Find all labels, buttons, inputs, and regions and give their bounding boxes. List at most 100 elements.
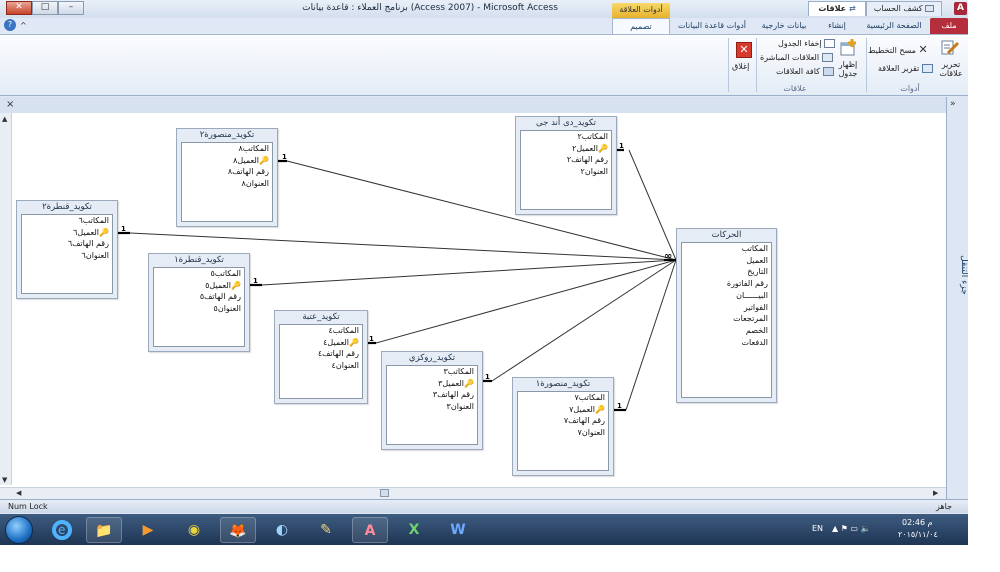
- field-item-key[interactable]: 🔑العميل٣: [387, 378, 477, 390]
- table-title[interactable]: تكويد_دى أند جى: [516, 117, 616, 130]
- field-item[interactable]: رقم الفاتورة: [682, 278, 771, 290]
- field-item[interactable]: المكاتب٧: [518, 392, 608, 404]
- field-list[interactable]: المكاتب العميل التاريخ رقم الفاتورة البي…: [681, 242, 772, 398]
- table-mansoura1[interactable]: تكويد_منصورة١ المكاتب٧ 🔑العميل٧ رقم الها…: [512, 377, 614, 476]
- field-item-key[interactable]: 🔑العميل٧: [518, 404, 608, 416]
- app-icon[interactable]: ◐: [264, 517, 300, 543]
- field-item[interactable]: العنوان٢: [521, 166, 611, 178]
- table-dd[interactable]: تكويد_دى أند جى المكاتب٢ 🔑العميل٢ رقم ال…: [515, 116, 617, 215]
- scroll-right-icon[interactable]: ▶: [933, 489, 938, 497]
- field-item[interactable]: العنوان٦: [22, 250, 112, 262]
- field-item[interactable]: العنوان٤: [280, 360, 362, 372]
- field-list[interactable]: المكاتب٦ 🔑العميل٦ رقم الهاتف٦ العنوان٦: [21, 214, 113, 294]
- table-title[interactable]: تكويد_قنطرة٢: [17, 201, 117, 214]
- field-item[interactable]: الفواتير: [682, 302, 771, 314]
- chrome-icon[interactable]: ◉: [176, 517, 212, 543]
- field-list[interactable]: المكاتب٢ 🔑العميل٢ رقم الهاتف٢ العنوان٢: [520, 130, 612, 210]
- one-side-label: 1: [282, 153, 287, 161]
- field-item[interactable]: العنوان٣: [387, 401, 477, 413]
- field-item[interactable]: العنوان٧: [518, 427, 608, 439]
- field-list[interactable]: المكاتب٧ 🔑العميل٧ رقم الهاتف٧ العنوان٧: [517, 391, 609, 471]
- field-list[interactable]: المكاتب٣ 🔑العميل٣ رقم الهاتف٣ العنوان٣: [386, 365, 478, 445]
- field-item[interactable]: المكاتب٤: [280, 325, 362, 337]
- table-title[interactable]: تكويد_قنطرة١: [149, 254, 249, 267]
- field-item[interactable]: رقم الهاتف٢: [521, 154, 611, 166]
- firefox-icon[interactable]: 🦊: [220, 517, 256, 543]
- field-item[interactable]: العميل: [682, 255, 771, 267]
- paint-icon[interactable]: ✎: [308, 517, 344, 543]
- primary-key-icon: 🔑: [595, 404, 605, 414]
- field-item[interactable]: التاريخ: [682, 266, 771, 278]
- ie-icon[interactable]: e: [44, 517, 80, 543]
- table-title[interactable]: تكويد_منصورة٢: [177, 129, 277, 142]
- one-side-label: 1: [121, 225, 126, 233]
- field-item[interactable]: الخصم: [682, 325, 771, 337]
- scroll-up-icon[interactable]: ▲: [2, 115, 7, 123]
- field-item[interactable]: العنوان٨: [182, 178, 272, 190]
- tray-icons[interactable]: ▲ ⚑ ▭ 🔈: [832, 524, 870, 533]
- table-title[interactable]: تكويد_عتبة: [275, 311, 367, 324]
- access-taskbar-icon[interactable]: A: [352, 517, 388, 543]
- field-item[interactable]: رقم الهاتف٥: [154, 291, 244, 303]
- field-item-key[interactable]: 🔑العميل٢: [521, 143, 611, 155]
- field-item[interactable]: المكاتب: [682, 243, 771, 255]
- horizontal-scrollbar[interactable]: [0, 487, 946, 499]
- field-item-key[interactable]: 🔑العميل٥: [154, 280, 244, 292]
- field-item[interactable]: رقم الهاتف٨: [182, 166, 272, 178]
- svg-text:e: e: [58, 523, 65, 537]
- relationship-line: [375, 259, 677, 344]
- one-side-label: 1: [253, 277, 258, 285]
- relationship-line: [286, 160, 677, 261]
- status-num-lock: Num Lock: [8, 502, 48, 511]
- field-item[interactable]: العنوان٥: [154, 303, 244, 315]
- primary-key-icon: 🔑: [464, 378, 474, 388]
- field-item[interactable]: رقم الهاتف٦: [22, 238, 112, 250]
- primary-key-icon: 🔑: [99, 227, 109, 237]
- relationship-line: [491, 259, 677, 382]
- field-item[interactable]: المرتجعات: [682, 313, 771, 325]
- field-item[interactable]: المكاتب٢: [521, 131, 611, 143]
- field-item-key[interactable]: 🔑العميل٤: [280, 337, 362, 349]
- field-item[interactable]: رقم الهاتف٤: [280, 348, 362, 360]
- clock-date[interactable]: ٢٠١٥/١١/٠٤: [898, 530, 938, 539]
- access-window: A 💾 ↶ ↷ ▾ برنامج العملاء : قاعدة بيانات …: [0, 0, 968, 545]
- excel-icon[interactable]: X: [396, 517, 432, 543]
- field-item-key[interactable]: 🔑العميل٨: [182, 155, 272, 167]
- field-item-key[interactable]: 🔑العميل٦: [22, 227, 112, 239]
- scroll-left-icon[interactable]: ◀: [16, 489, 21, 497]
- scroll-thumb[interactable]: [380, 489, 389, 497]
- table-title[interactable]: الحركات: [677, 229, 776, 242]
- table-qantara2[interactable]: تكويد_قنطرة٢ المكاتب٦ 🔑العميل٦ رقم الهات…: [16, 200, 118, 299]
- relationship-line: [628, 149, 677, 261]
- scroll-down-icon[interactable]: ▼: [2, 476, 7, 484]
- media-player-icon[interactable]: ▶: [130, 517, 166, 543]
- table-qantara1[interactable]: تكويد_قنطرة١ المكاتب٥ 🔑العميل٥ رقم الهات…: [148, 253, 250, 352]
- field-item[interactable]: البيــــــان: [682, 290, 771, 302]
- one-side-label: 1: [619, 142, 624, 150]
- one-side-label: 1: [369, 335, 374, 343]
- field-list[interactable]: المكاتب٨ 🔑العميل٨ رقم الهاتف٨ العنوان٨: [181, 142, 273, 222]
- table-title[interactable]: تكويد_روكزي: [382, 352, 482, 365]
- primary-key-icon: 🔑: [598, 143, 608, 153]
- clock-time[interactable]: 02:46 م: [902, 518, 933, 527]
- word-icon[interactable]: W: [440, 517, 476, 543]
- field-item[interactable]: رقم الهاتف٧: [518, 415, 608, 427]
- field-item[interactable]: المكاتب٦: [22, 215, 112, 227]
- table-ataba[interactable]: تكويد_عتبة المكاتب٤ 🔑العميل٤ رقم الهاتف٤…: [274, 310, 368, 404]
- primary-key-icon: 🔑: [349, 337, 359, 347]
- explorer-icon[interactable]: 📁: [86, 517, 122, 543]
- table-movements[interactable]: الحركات المكاتب العميل التاريخ رقم الفات…: [676, 228, 777, 403]
- start-button[interactable]: [5, 516, 33, 544]
- table-title[interactable]: تكويد_منصورة١: [513, 378, 613, 391]
- vertical-scrollbar[interactable]: [0, 113, 12, 485]
- field-list[interactable]: المكاتب٥ 🔑العميل٥ رقم الهاتف٥ العنوان٥: [153, 267, 245, 347]
- field-item[interactable]: المكاتب٥: [154, 268, 244, 280]
- field-list[interactable]: المكاتب٤ 🔑العميل٤ رقم الهاتف٤ العنوان٤: [279, 324, 363, 399]
- field-item[interactable]: الدفعات: [682, 337, 771, 349]
- table-mansoura2[interactable]: تكويد_منصورة٢ المكاتب٨ 🔑العميل٨ رقم الها…: [176, 128, 278, 227]
- language-indicator[interactable]: EN: [812, 524, 823, 533]
- field-item[interactable]: المكاتب٨: [182, 143, 272, 155]
- field-item[interactable]: المكاتب٣: [387, 366, 477, 378]
- table-roxy[interactable]: تكويد_روكزي المكاتب٣ 🔑العميل٣ رقم الهاتف…: [381, 351, 483, 450]
- field-item[interactable]: رقم الهاتف٣: [387, 389, 477, 401]
